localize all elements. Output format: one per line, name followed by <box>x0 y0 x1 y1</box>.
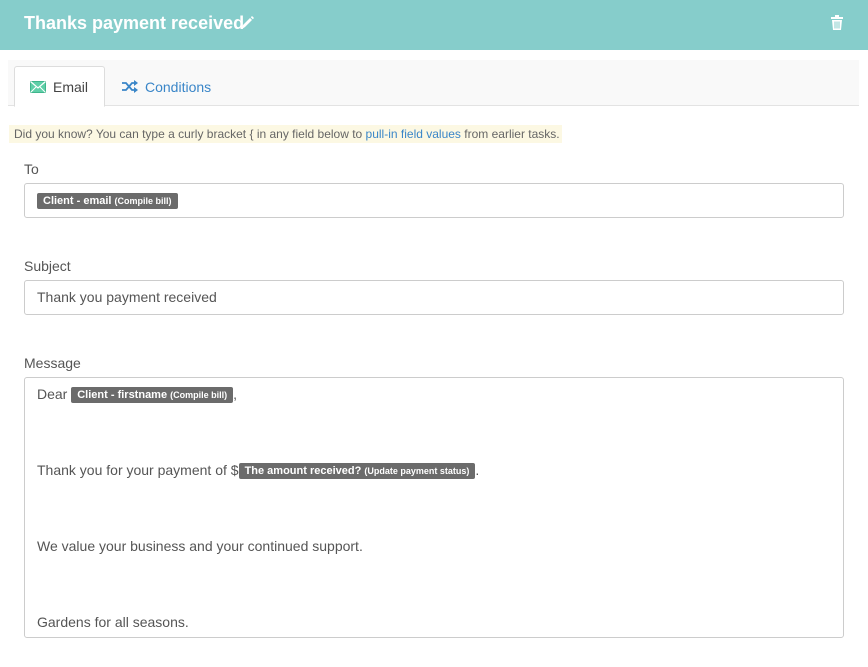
to-field[interactable]: Client - email (Compile bill) <box>24 183 844 218</box>
task-title: Thanks payment received <box>24 13 245 33</box>
tip-suffix: from earlier tasks. <box>460 127 560 141</box>
pencil-icon[interactable] <box>240 15 254 31</box>
message-text: , <box>233 386 238 402</box>
tab-conditions-label: Conditions <box>145 78 212 95</box>
field-token[interactable]: Client - email (Compile bill) <box>37 193 178 210</box>
token-source: (Compile bill) <box>170 390 228 401</box>
shuffle-icon <box>122 80 138 93</box>
to-label: To <box>24 161 39 177</box>
message-editor[interactable]: Dear Client - firstname (Compile bill), … <box>24 377 844 638</box>
message-text: . <box>475 462 480 478</box>
token-name: The amount received? <box>244 465 362 478</box>
pull-in-field-values-link[interactable]: pull-in field values <box>366 127 461 141</box>
field-token[interactable]: Client - firstname (Compile bill) <box>71 387 234 404</box>
subject-label: Subject <box>24 258 71 274</box>
token-source: (Update payment status) <box>364 466 470 477</box>
tab-bar: Email Conditions <box>8 60 859 107</box>
message-line: Gardens for all seasons. <box>37 614 189 630</box>
token-source: (Compile bill) <box>114 196 172 207</box>
message-text: Thank you for your payment of $ <box>37 462 239 478</box>
envelope-icon <box>30 80 46 93</box>
token-name: Client - firstname <box>77 389 168 402</box>
tab-email[interactable]: Email <box>14 66 105 107</box>
trash-icon[interactable] <box>831 15 843 30</box>
tip-prefix: Did you know? You can type a curly brack… <box>14 127 366 141</box>
task-header: Thanks payment received <box>0 0 868 50</box>
message-text: Dear <box>37 386 72 402</box>
message-line: We value your business and your continue… <box>37 538 363 554</box>
message-label: Message <box>24 355 81 371</box>
message-line: Dear Client - firstname (Compile bill), <box>37 384 237 404</box>
tip-banner: Did you know? You can type a curly brack… <box>9 125 562 143</box>
subject-field[interactable]: Thank you payment received <box>24 280 844 315</box>
tab-email-label: Email <box>53 78 89 95</box>
tab-conditions[interactable]: Conditions <box>122 66 211 107</box>
message-line: Thank you for your payment of $ The amoun… <box>37 460 479 480</box>
token-name: Client - email <box>43 195 112 208</box>
field-token[interactable]: The amount received? (Update payment sta… <box>238 463 476 480</box>
